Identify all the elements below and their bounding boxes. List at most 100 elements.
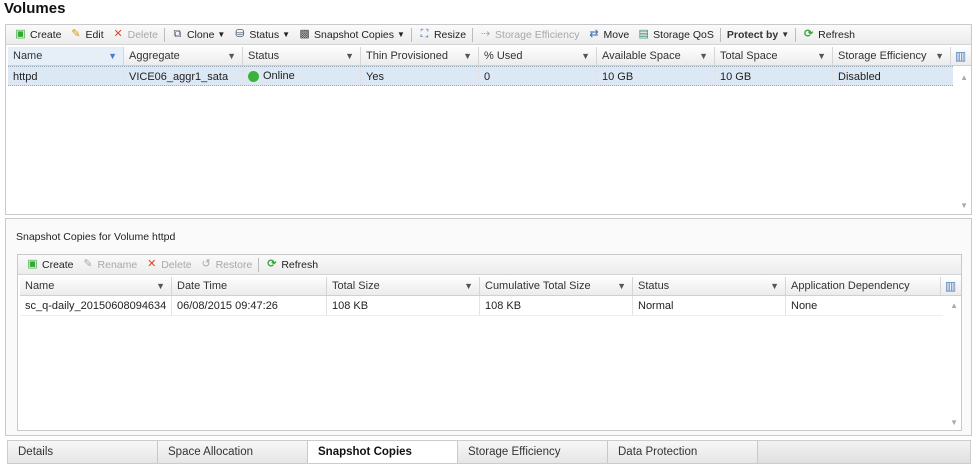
create-icon: ▣ bbox=[15, 28, 26, 40]
filter-icon[interactable]: ▼ bbox=[345, 47, 354, 66]
scroll-up-arrow[interactable]: ▲ bbox=[950, 301, 958, 310]
separator bbox=[719, 27, 721, 42]
snapshot-refresh-button[interactable]: ⟳ Refresh bbox=[261, 256, 322, 274]
header-label: Date Time bbox=[177, 280, 228, 292]
edit-button[interactable]: ✎ Edit bbox=[66, 26, 108, 44]
rename-label: Rename bbox=[97, 258, 138, 271]
column-header-name[interactable]: Name ▼ bbox=[8, 47, 124, 65]
clone-label: Clone bbox=[186, 28, 215, 41]
header-label: Total Size bbox=[332, 280, 380, 292]
cell-total-space: 10 GB bbox=[715, 67, 833, 85]
tab-space-allocation[interactable]: Space Allocation bbox=[158, 441, 308, 463]
restore-label: Restore bbox=[215, 258, 253, 271]
create-label: Create bbox=[30, 28, 62, 41]
storage-efficiency-button[interactable]: ⇢ Storage Efficiency bbox=[475, 26, 583, 44]
table-row[interactable]: httpd VICE06_aggr1_sata Online Yes 0 10 … bbox=[8, 66, 953, 86]
column-header-total-space[interactable]: Total Space ▼ bbox=[715, 47, 833, 65]
filter-icon[interactable]: ▼ bbox=[617, 277, 626, 296]
filter-icon[interactable]: ▼ bbox=[699, 47, 708, 66]
cell-used: 0 bbox=[479, 67, 597, 85]
filter-icon[interactable]: ▼ bbox=[817, 47, 826, 66]
tab-details[interactable]: Details bbox=[8, 441, 158, 463]
header-label: Thin Provisioned bbox=[366, 50, 448, 62]
move-button[interactable]: ⇄ Move bbox=[583, 26, 633, 44]
filter-icon[interactable]: ▼ bbox=[770, 277, 779, 296]
status-label: Status bbox=[249, 28, 280, 41]
tab-snapshot-copies[interactable]: Snapshot Copies bbox=[308, 441, 458, 463]
scroll-down-arrow[interactable]: ▼ bbox=[960, 201, 968, 210]
clone-icon: ⧉ bbox=[173, 28, 182, 40]
header-label: Status bbox=[248, 50, 280, 62]
cell-date-time: 06/08/2015 09:47:26 bbox=[172, 296, 327, 315]
snapshot-rename-button[interactable]: ✎ Rename bbox=[78, 256, 142, 274]
snapshot-copies-label: Snapshot Copies bbox=[314, 28, 395, 41]
rename-icon: ✎ bbox=[83, 258, 93, 270]
storage-efficiency-label: Storage Efficiency bbox=[495, 28, 580, 41]
database-icon: ⛁ bbox=[235, 28, 245, 40]
column-chooser-icon[interactable]: ▥ bbox=[941, 277, 960, 295]
scroll-down-arrow[interactable]: ▼ bbox=[950, 418, 958, 427]
cell-total-size: 108 KB bbox=[327, 296, 480, 315]
create-icon: ▣ bbox=[27, 258, 38, 270]
delete-button[interactable]: ✕ Delete bbox=[108, 26, 162, 44]
scroll-up-arrow[interactable]: ▲ bbox=[960, 73, 968, 82]
snapshot-copies-button[interactable]: ▩ Snapshot Copies ▼ bbox=[294, 26, 409, 44]
filter-icon[interactable]: ▼ bbox=[581, 47, 590, 66]
snapshot-grid: ▣ Create ✎ Rename ✕ Delete ↺ Restore ⟳ Refres… bbox=[17, 254, 962, 431]
filter-icon[interactable]: ▼ bbox=[108, 47, 117, 66]
volumes-toolbar: ▣ Create ✎ Edit ✕ Delete ⧉ Clone ▼ ⛁ Status ▼ ▩… bbox=[6, 25, 971, 45]
header-label: % Used bbox=[484, 50, 523, 62]
filter-icon[interactable]: ▼ bbox=[464, 277, 473, 296]
header-label: Cumulative Total Size bbox=[485, 280, 591, 292]
status-button[interactable]: ⛁ Status ▼ bbox=[229, 26, 294, 44]
column-header-date-time[interactable]: Date Time bbox=[172, 277, 327, 295]
filter-icon[interactable]: ▼ bbox=[463, 47, 472, 66]
refresh-button[interactable]: ⟳ Refresh bbox=[798, 26, 859, 44]
filter-icon[interactable]: ▼ bbox=[227, 47, 236, 66]
cell-cumulative-total-size: 108 KB bbox=[480, 296, 633, 315]
column-header-available-space[interactable]: Available Space ▼ bbox=[597, 47, 715, 65]
online-status-icon bbox=[248, 70, 259, 82]
column-chooser-icon[interactable]: ▥ bbox=[951, 47, 970, 65]
tab-storage-efficiency[interactable]: Storage Efficiency bbox=[458, 441, 608, 463]
column-header-total-size[interactable]: Total Size ▼ bbox=[327, 277, 480, 295]
header-label: Status bbox=[638, 280, 670, 292]
clone-button[interactable]: ⧉ Clone ▼ bbox=[167, 26, 229, 44]
status-text: Online bbox=[263, 70, 295, 82]
filter-icon[interactable]: ▼ bbox=[935, 47, 944, 66]
refresh-label: Refresh bbox=[281, 258, 319, 271]
volumes-panel: ▣ Create ✎ Edit ✕ Delete ⧉ Clone ▼ ⛁ Status ▼ ▩… bbox=[5, 24, 972, 215]
camera-icon: ▩ bbox=[299, 28, 310, 40]
column-header-status[interactable]: Status ▼ bbox=[243, 47, 361, 65]
resize-button[interactable]: ⛶ Resize bbox=[414, 26, 470, 44]
snapshot-restore-button[interactable]: ↺ Restore bbox=[196, 256, 257, 274]
chevron-down-icon: ▼ bbox=[397, 30, 405, 39]
column-header-cumulative-total-size[interactable]: Cumulative Total Size ▼ bbox=[480, 277, 633, 295]
storage-qos-button[interactable]: ▤ Storage QoS bbox=[633, 26, 718, 44]
filter-icon[interactable]: ▼ bbox=[156, 277, 165, 296]
header-label: Total Space bbox=[720, 50, 778, 62]
column-header-name[interactable]: Name ▼ bbox=[20, 277, 172, 295]
column-header-aggregate[interactable]: Aggregate ▼ bbox=[124, 47, 243, 65]
tab-data-protection[interactable]: Data Protection bbox=[608, 441, 758, 463]
protect-by-label: Protect by bbox=[726, 28, 779, 41]
cell-status: Online bbox=[243, 67, 361, 85]
column-header-application-dependency[interactable]: Application Dependency bbox=[786, 277, 941, 295]
header-label: Name bbox=[25, 280, 55, 292]
column-header-storage-efficiency[interactable]: Storage Efficiency ▼ bbox=[833, 47, 951, 65]
refresh-icon: ⟳ bbox=[804, 28, 814, 40]
table-row[interactable]: sc_q-daily_20150608094634 06/08/2015 09:… bbox=[20, 296, 943, 316]
create-button[interactable]: ▣ Create bbox=[10, 26, 66, 44]
column-header-used[interactable]: % Used ▼ bbox=[479, 47, 597, 65]
volumes-table-header: Name ▼ Aggregate ▼ Status ▼ Thin Provisione… bbox=[8, 47, 971, 66]
snapshot-create-button[interactable]: ▣ Create bbox=[22, 256, 78, 274]
resize-icon: ⛶ bbox=[420, 28, 429, 40]
detail-tabs: Details Space Allocation Snapshot Copies… bbox=[7, 440, 971, 464]
protect-by-button[interactable]: Protect by ▼ bbox=[723, 26, 793, 44]
column-header-thin-provisioned[interactable]: Thin Provisioned ▼ bbox=[361, 47, 479, 65]
snapshot-delete-button[interactable]: ✕ Delete bbox=[141, 256, 195, 274]
move-label: Move bbox=[603, 28, 630, 41]
refresh-label: Refresh bbox=[818, 28, 855, 41]
edit-icon: ✎ bbox=[71, 28, 81, 40]
column-header-status[interactable]: Status ▼ bbox=[633, 277, 786, 295]
